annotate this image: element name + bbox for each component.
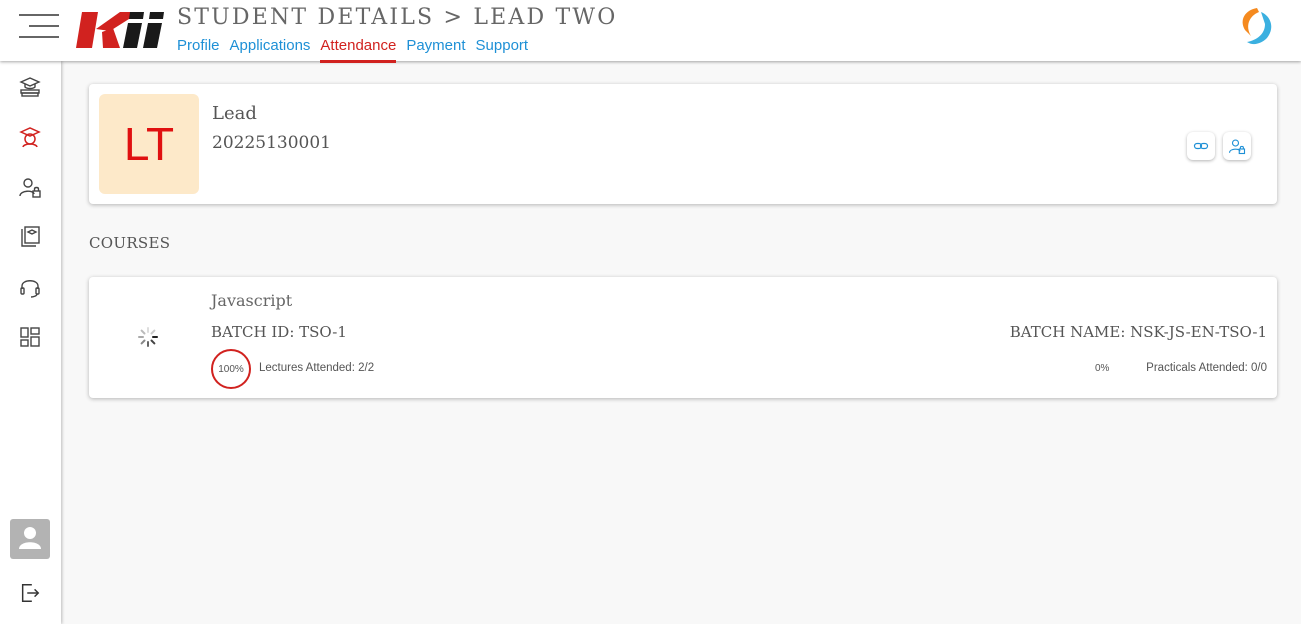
lectures-attended: Lectures Attended: 2/2 bbox=[259, 362, 375, 374]
courses-section-title: COURSES bbox=[89, 234, 171, 252]
user-lock-icon bbox=[1228, 139, 1246, 155]
tab-bar: Profile Applications Attendance Payment … bbox=[177, 37, 538, 63]
batch-name: BATCH NAME: NSK-JS-EN-TSO-1 bbox=[1009, 323, 1267, 341]
tab-applications[interactable]: Applications bbox=[230, 37, 311, 63]
student-name: Lead bbox=[212, 103, 257, 124]
tab-attendance[interactable]: Attendance bbox=[320, 37, 397, 63]
grid-icon[interactable] bbox=[18, 325, 42, 349]
top-header: STUDENT DETAILS > LEAD TWO Profile Appli… bbox=[0, 0, 1301, 63]
headset-icon[interactable] bbox=[18, 275, 42, 299]
graduation-books-icon[interactable] bbox=[18, 75, 42, 99]
kii-logo bbox=[76, 12, 164, 48]
page-title: STUDENT DETAILS > LEAD TWO bbox=[177, 5, 618, 30]
brand-s-icon[interactable] bbox=[1235, 6, 1277, 48]
hamburger-menu-icon[interactable] bbox=[17, 14, 59, 38]
tab-support[interactable]: Support bbox=[476, 37, 529, 63]
practical-progress-percent: 0% bbox=[1095, 363, 1110, 374]
left-sidebar bbox=[0, 61, 61, 624]
course-book-icon[interactable] bbox=[18, 225, 42, 249]
student-id: 20225130001 bbox=[212, 133, 331, 153]
student-initials-avatar: LT bbox=[99, 94, 199, 194]
link-icon bbox=[1193, 142, 1209, 150]
student-cap-icon[interactable] bbox=[18, 125, 42, 149]
lecture-progress-ring: 100% bbox=[211, 349, 251, 389]
batch-id: BATCH ID: TSO-1 bbox=[211, 323, 347, 341]
practicals-attended: Practicals Attended: 0/0 bbox=[1146, 362, 1267, 374]
user-lock-button[interactable] bbox=[1223, 132, 1251, 160]
tab-profile[interactable]: Profile bbox=[177, 37, 220, 63]
course-name: Javascript bbox=[211, 291, 293, 310]
logout-icon[interactable] bbox=[19, 582, 41, 604]
course-card[interactable]: Javascript BATCH ID: TSO-1 BATCH NAME: N… bbox=[89, 277, 1277, 398]
loading-spinner-icon bbox=[138, 327, 158, 347]
student-profile-card: LT Lead 20225130001 bbox=[89, 84, 1277, 204]
tab-payment[interactable]: Payment bbox=[406, 37, 465, 63]
link-button[interactable] bbox=[1187, 132, 1215, 160]
user-avatar-icon[interactable] bbox=[10, 519, 50, 559]
user-lock-icon[interactable] bbox=[18, 175, 42, 199]
